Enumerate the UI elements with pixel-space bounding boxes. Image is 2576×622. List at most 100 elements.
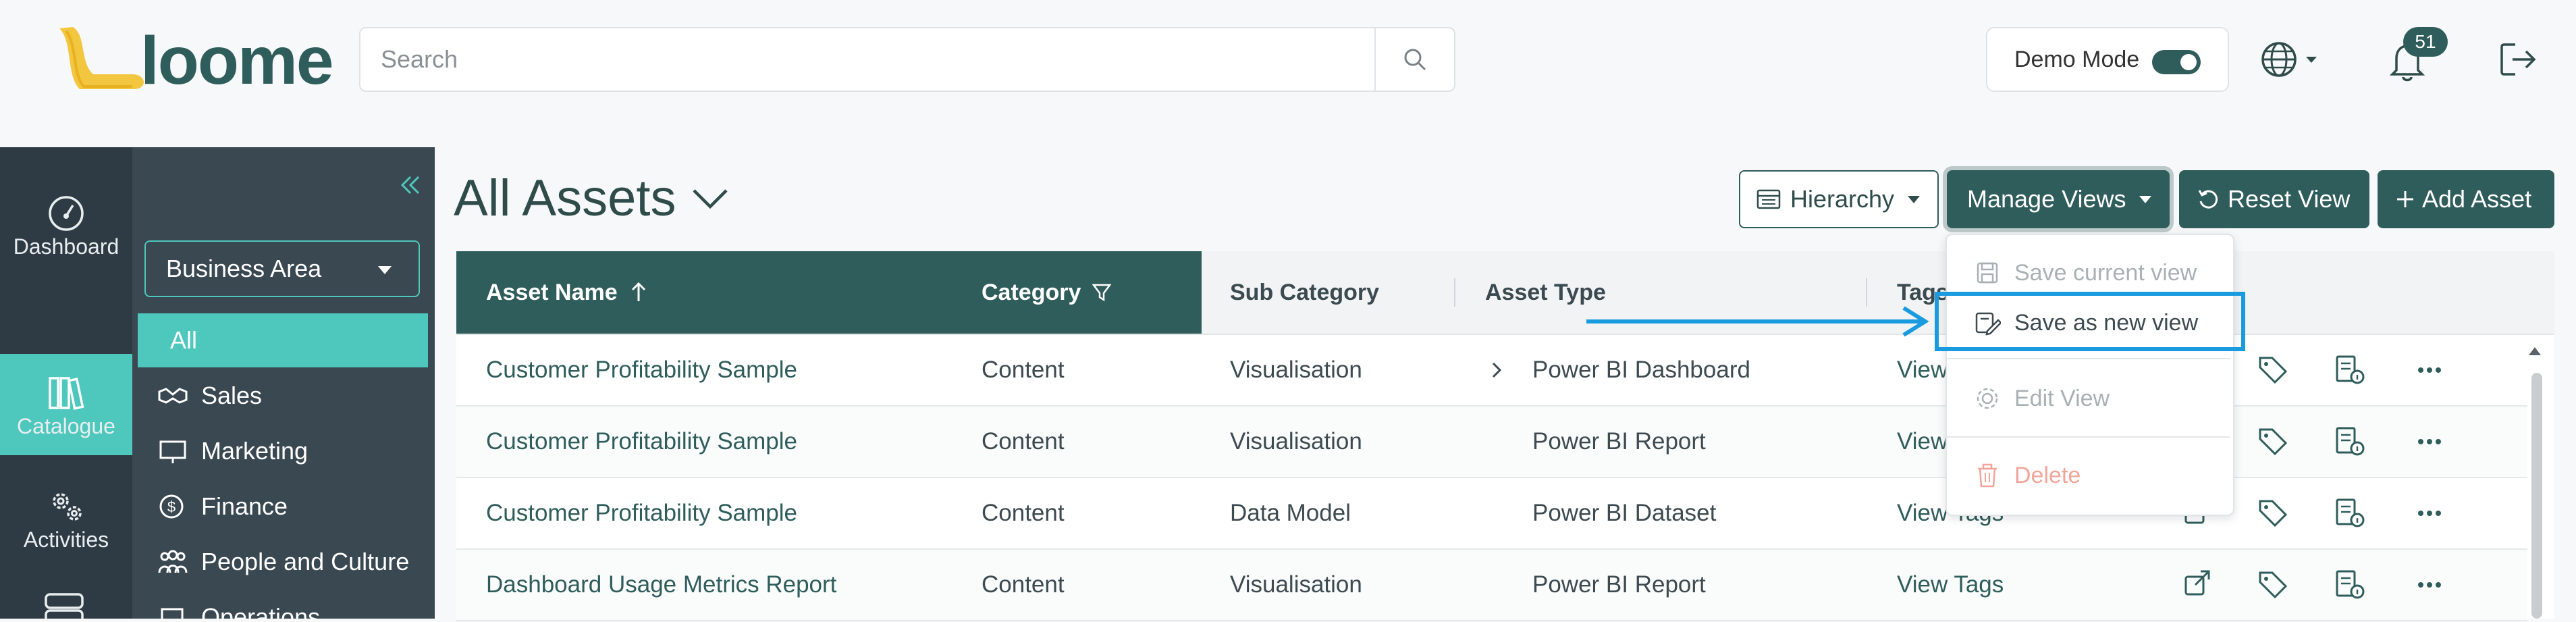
more-options-button[interactable]	[2414, 354, 2445, 385]
server-icon	[45, 593, 84, 622]
panel-item-operations[interactable]: Operations	[138, 590, 428, 619]
column-divider[interactable]	[1454, 278, 1455, 307]
scroll-up-arrow-icon[interactable]	[2526, 340, 2544, 361]
asset-name-link[interactable]: Customer Profitability Sample	[486, 335, 797, 405]
search-icon	[1404, 49, 1426, 71]
tag-icon	[2259, 428, 2288, 456]
asset-type-cell: Power BI Report	[1532, 571, 1706, 598]
menu-item-label: Delete	[2014, 462, 2081, 488]
panel-item-finance[interactable]: $ Finance	[138, 480, 428, 534]
annotation-arrow-icon	[1586, 306, 1929, 337]
collapse-panel-button[interactable]	[398, 173, 423, 197]
nav-catalogue[interactable]: Catalogue	[0, 354, 132, 455]
panel-item-sales[interactable]: Sales	[138, 369, 428, 423]
column-divider[interactable]	[1866, 278, 1867, 307]
sub-category-cell: Visualisation	[1230, 571, 1362, 598]
logo-text: loome	[140, 23, 333, 99]
loome-logo[interactable]: loome	[53, 22, 336, 96]
asset-name-link[interactable]: Customer Profitability Sample	[486, 407, 797, 477]
document-info-icon	[2336, 355, 2365, 384]
business-area-dropdown[interactable]: Business Area	[144, 240, 420, 297]
panel-item-marketing[interactable]: Marketing	[138, 424, 428, 478]
globe-icon	[2261, 42, 2317, 77]
document-info-button[interactable]	[2334, 425, 2365, 457]
nav-more[interactable]	[43, 592, 85, 622]
logout-button[interactable]	[2498, 39, 2540, 80]
document-info-button[interactable]	[2334, 569, 2365, 600]
logout-icon	[2500, 43, 2536, 76]
reset-view-button[interactable]: Reset View	[2179, 170, 2369, 228]
tag-button[interactable]	[2257, 354, 2288, 385]
category-cell: Content	[982, 500, 1065, 526]
chevron-down-icon	[1908, 195, 1921, 203]
column-sub-category[interactable]: Sub Category	[1230, 251, 1379, 334]
edit-view-item[interactable]: Edit View	[1947, 371, 2230, 425]
chevron-down-icon	[693, 189, 728, 209]
menu-item-label: Edit View	[2014, 385, 2110, 411]
top-bar: loome Demo Mode 51	[0, 0, 2576, 122]
more-options-icon	[2418, 439, 2441, 444]
chevron-right-icon	[1492, 362, 1502, 378]
menu-item-label: Save current view	[2014, 259, 2197, 286]
document-info-button[interactable]	[2334, 497, 2365, 528]
sub-category-cell: Data Model	[1230, 500, 1351, 526]
gear-icon	[1977, 388, 1998, 409]
main-nav-rail: Dashboard Catalogue Activities	[0, 147, 132, 622]
panel-item-people-and-culture[interactable]: People and Culture	[138, 535, 428, 589]
view-tags-link[interactable]: View Tags	[1897, 550, 2004, 620]
activities-icon	[53, 493, 82, 521]
demo-mode-toggle[interactable]: Demo Mode	[1986, 27, 2229, 92]
menu-divider	[1947, 358, 2230, 359]
category-cell: Content	[982, 571, 1065, 598]
delete-view-item[interactable]: Delete	[1947, 448, 2230, 502]
manage-views-button[interactable]: Manage Views	[1947, 170, 2170, 228]
catalogue-icon	[49, 377, 84, 410]
plus-icon	[2397, 191, 2413, 207]
language-selector[interactable]	[2259, 38, 2319, 81]
sub-category-cell: Visualisation	[1230, 357, 1362, 383]
panel-item-label: All	[170, 326, 198, 354]
more-options-button[interactable]	[2414, 497, 2445, 528]
panel-item-all[interactable]: All	[138, 313, 428, 367]
document-info-icon	[2336, 498, 2365, 527]
scrollbar-thumb[interactable]	[2531, 373, 2542, 619]
open-external-button[interactable]	[2182, 569, 2213, 600]
add-asset-button[interactable]: Add Asset	[2378, 170, 2554, 228]
asset-type-cell: Power BI Dashboard	[1532, 357, 1750, 383]
manage-views-menu: Save current view Save as new view Edit …	[1946, 234, 2234, 516]
tag-button[interactable]	[2257, 425, 2288, 457]
document-info-button[interactable]	[2334, 354, 2365, 385]
panel-item-label: Operations	[201, 603, 321, 619]
presentation-icon	[159, 440, 186, 463]
search-input[interactable]	[360, 28, 1373, 90]
chevron-down-icon	[2139, 195, 2152, 203]
panel-item-label: People and Culture	[201, 548, 410, 575]
title-dropdown-button[interactable]	[689, 182, 732, 216]
demo-mode-label: Demo Mode	[2014, 46, 2140, 72]
dashboard-icon	[49, 196, 84, 231]
column-asset-name[interactable]: Asset Name	[486, 251, 649, 334]
trash-icon	[1978, 463, 1997, 488]
tag-icon	[2259, 571, 2288, 599]
panel-item-label: Marketing	[201, 437, 308, 465]
svg-text:$: $	[167, 498, 176, 515]
hierarchy-button[interactable]: Hierarchy	[1739, 170, 1939, 228]
table-row[interactable]: Dashboard Usage Metrics Report Content V…	[456, 550, 2527, 621]
expand-row-button[interactable]	[1489, 335, 1505, 405]
document-info-icon	[2336, 570, 2365, 599]
asset-name-link[interactable]: Customer Profitability Sample	[486, 478, 797, 548]
tag-icon	[2259, 357, 2288, 384]
tag-button[interactable]	[2257, 569, 2288, 600]
tag-button[interactable]	[2257, 497, 2288, 528]
more-options-button[interactable]	[2414, 569, 2445, 600]
column-category[interactable]: Category	[982, 251, 1112, 334]
category-cell: Content	[982, 357, 1065, 383]
dollar-icon: $	[159, 494, 184, 519]
nav-dashboard[interactable]: Dashboard	[0, 174, 132, 276]
column-label: Sub Category	[1230, 279, 1380, 305]
more-options-button[interactable]	[2414, 425, 2445, 457]
search-button[interactable]	[1374, 28, 1454, 90]
asset-name-link[interactable]: Dashboard Usage Metrics Report	[486, 550, 836, 620]
nav-activities[interactable]: Activities	[0, 467, 132, 569]
toggle-switch[interactable]	[2152, 50, 2201, 74]
